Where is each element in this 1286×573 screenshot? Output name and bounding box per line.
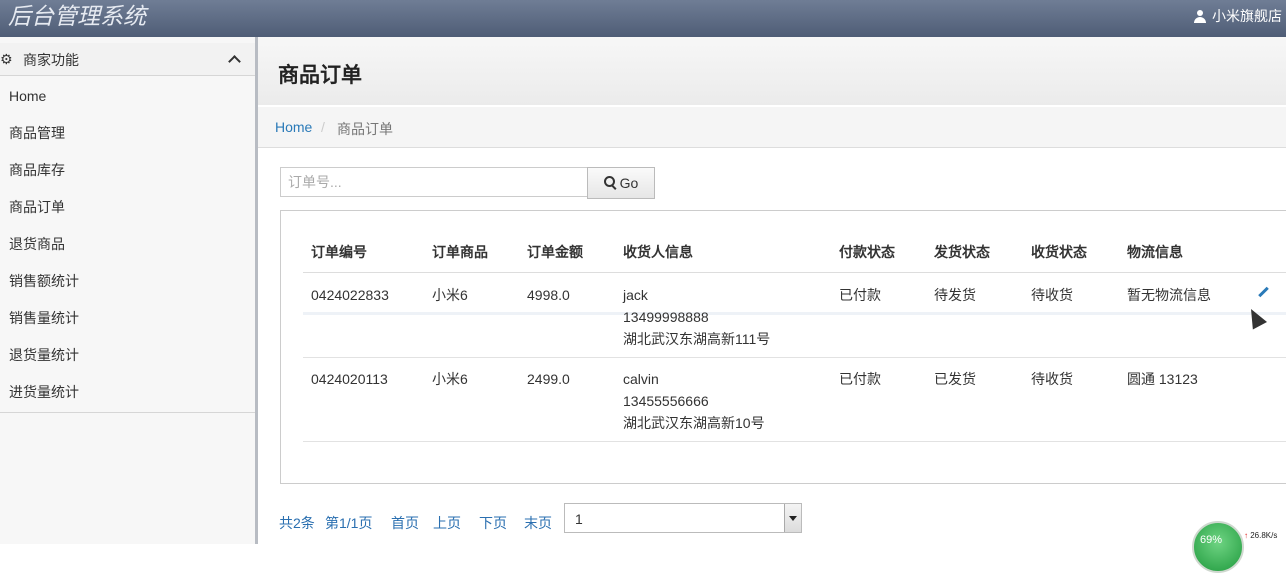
pagination-next-link[interactable]: 下页: [479, 513, 507, 533]
table-header-row: 订单编号 订单商品 订单金额 收货人信息 付款状态 发货状态 收货状态 物流信息: [303, 211, 1286, 273]
sidebar-item-purchase-volume-stats[interactable]: 进货量统计: [0, 374, 255, 411]
network-monitor-widget[interactable]: [1192, 521, 1244, 573]
order-number-search-input[interactable]: [280, 167, 587, 197]
receiver-phone: 13455556666: [623, 393, 709, 409]
dropdown-arrow-icon[interactable]: [784, 504, 801, 532]
table-row: 0424020113 小米6 2499.0 calvin 13455556666…: [303, 357, 1286, 442]
receiver-address: 湖北武汉东湖高新111号: [623, 331, 771, 347]
sidebar-item-product-orders[interactable]: 商品订单: [0, 189, 255, 226]
upload-arrow-icon: ↑: [1244, 531, 1248, 540]
column-header-amount: 订单金额: [527, 244, 583, 260]
breadcrumb-home-link[interactable]: Home: [275, 119, 312, 135]
column-header-logistics: 物流信息: [1127, 244, 1183, 260]
network-speed-value: 26.8K/s: [1250, 531, 1278, 540]
search-go-button[interactable]: Go: [587, 167, 655, 199]
receiver-phone: 13499998888: [623, 309, 709, 325]
amount-cell: 2499.0: [527, 371, 570, 387]
pagination-total: 共2条: [279, 515, 315, 531]
receiver-cell: jack 13499998888 湖北武汉东湖高新111号: [623, 284, 770, 350]
pay-status-cell: 已付款: [839, 287, 881, 303]
sidebar-item-product-inventory[interactable]: 商品库存: [0, 152, 255, 189]
receive-status-cell: 待收货: [1031, 371, 1073, 387]
sidebar-menu: Home 商品管理 商品库存 商品订单 退货商品 销售额统计 销售量统计 退货量…: [0, 78, 255, 411]
receiver-cell: calvin 13455556666 湖北武汉东湖高新10号: [623, 368, 765, 434]
breadcrumb: Home / 商品订单: [258, 107, 1286, 148]
pay-status-cell: 已付款: [839, 371, 881, 387]
product-cell: 小米6: [432, 287, 468, 303]
pagination-page-info: 第1/1页: [325, 515, 373, 531]
sidebar-item-home[interactable]: Home: [0, 78, 255, 115]
row-progress-line: [303, 312, 1286, 315]
logistics-cell: 圆通 13123: [1127, 371, 1198, 387]
amount-cell: 4998.0: [527, 287, 570, 303]
breadcrumb-separator: /: [321, 119, 325, 135]
orders-table: 订单编号 订单商品 订单金额 收货人信息 付款状态 发货状态 收货状态 物流信息…: [280, 210, 1286, 484]
sidebar-item-sales-amount-stats[interactable]: 销售额统计: [0, 263, 255, 300]
sidebar-item-product-management[interactable]: 商品管理: [0, 115, 255, 152]
network-speed: ↑ 26.8K/s: [1244, 531, 1278, 540]
column-header-product: 订单商品: [432, 244, 488, 260]
ship-status-cell: 已发货: [934, 371, 976, 387]
column-header-order-id: 订单编号: [311, 244, 367, 260]
user-icon: [1194, 9, 1206, 23]
network-percent: 69%: [1200, 534, 1223, 546]
user-name: 小米旗舰店: [1212, 8, 1282, 24]
sidebar-item-sales-volume-stats[interactable]: 销售量统计: [0, 300, 255, 337]
search-go-label: Go: [619, 175, 639, 191]
ship-status-cell: 待发货: [934, 287, 976, 303]
chevron-up-icon[interactable]: [228, 55, 241, 68]
pagination-first-link[interactable]: 首页: [391, 513, 419, 533]
column-header-ship-status: 发货状态: [934, 244, 990, 260]
dashboard-icon: ⚙: [0, 51, 13, 67]
main-content: 商品订单 Home / 商品订单 Go 订单编号 订单商品 订单金额 收货人信息…: [258, 37, 1286, 544]
product-cell: 小米6: [432, 371, 468, 387]
receiver-address: 湖北武汉东湖高新10号: [623, 415, 765, 431]
search-icon: [603, 175, 615, 187]
page-number-select[interactable]: 1: [564, 503, 802, 533]
edit-icon[interactable]: [1257, 287, 1269, 299]
receive-status-cell: 待收货: [1031, 287, 1073, 303]
sidebar-item-return-volume-stats[interactable]: 退货量统计: [0, 337, 255, 374]
receiver-name: jack: [623, 287, 648, 303]
column-header-receive-status: 收货状态: [1031, 244, 1087, 260]
pagination-prev-link[interactable]: 上页: [433, 513, 461, 533]
receiver-name: calvin: [623, 371, 659, 387]
sidebar-section-title: 商家功能: [23, 52, 79, 68]
sidebar: ⚙ 商家功能 Home 商品管理 商品库存 商品订单 退货商品 销售额统计 销售…: [0, 37, 255, 544]
page-header: 商品订单: [258, 37, 1286, 105]
breadcrumb-current: 商品订单: [337, 121, 393, 137]
sidebar-section-header[interactable]: ⚙ 商家功能: [0, 43, 255, 76]
sidebar-item-returned-products[interactable]: 退货商品: [0, 226, 255, 263]
logistics-cell: 暂无物流信息: [1127, 287, 1211, 303]
page-title: 商品订单: [278, 64, 362, 87]
page-number-value: 1: [575, 511, 583, 527]
user-menu[interactable]: 小米旗舰店: [1194, 6, 1282, 26]
sidebar-divider: [0, 412, 255, 413]
pagination-last-link[interactable]: 末页: [524, 513, 552, 533]
column-header-pay-status: 付款状态: [839, 244, 895, 260]
top-bar: 后台管理系统 小米旗舰店: [0, 0, 1286, 37]
column-header-receiver: 收货人信息: [623, 244, 693, 260]
table-row: 0424022833 小米6 4998.0 jack 13499998888 湖…: [303, 273, 1286, 358]
order-id-cell: 0424022833: [311, 287, 389, 303]
order-id-cell: 0424020113: [311, 371, 388, 387]
app-title: 后台管理系统: [8, 3, 146, 29]
